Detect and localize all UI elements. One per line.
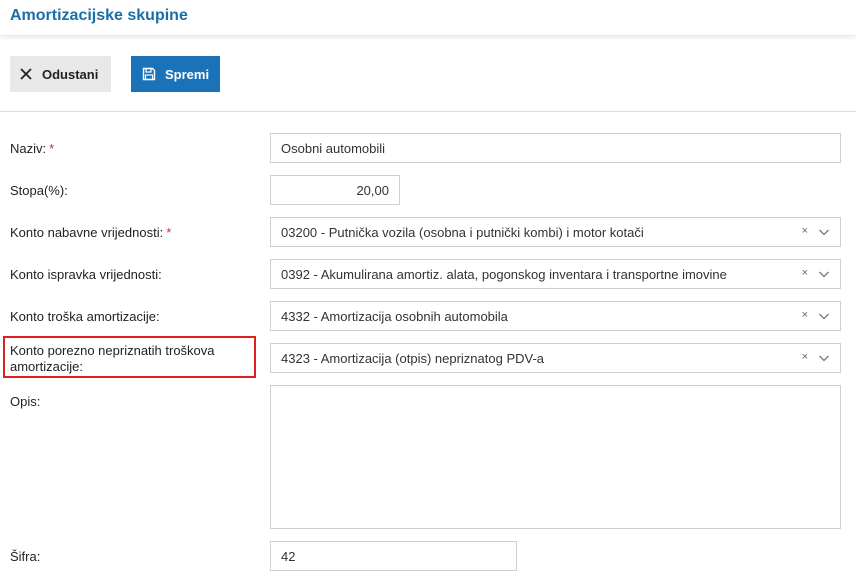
save-button-label: Spremi xyxy=(165,66,210,82)
konto-porezno-select[interactable]: 4323 - Amortizacija (otpis) nepriznatog … xyxy=(270,343,841,373)
save-button[interactable]: Spremi xyxy=(131,56,220,92)
clear-icon[interactable]: × xyxy=(802,225,808,237)
konto-troska-select[interactable]: 4332 - Amortizacija osobnih automobila × xyxy=(270,301,841,331)
stopa-input[interactable]: 20,00 xyxy=(270,175,400,205)
chevron-down-icon[interactable] xyxy=(818,268,830,280)
chevron-down-icon[interactable] xyxy=(818,310,830,322)
cancel-button[interactable]: Odustani xyxy=(10,56,111,92)
clear-icon[interactable]: × xyxy=(802,267,808,279)
konto-nabavne-select[interactable]: 03200 - Putnička vozila (osobna i putnič… xyxy=(270,217,841,247)
clear-icon[interactable]: × xyxy=(802,351,808,363)
chevron-down-icon[interactable] xyxy=(818,352,830,364)
konto-porezno-label: Konto porezno nepriznatih troškova amort… xyxy=(10,343,215,374)
stopa-label: Stopa(%): xyxy=(10,183,68,198)
sifra-input[interactable]: 42 xyxy=(270,541,517,571)
cancel-button-label: Odustani xyxy=(42,66,99,82)
required-marker: * xyxy=(49,141,55,156)
chevron-down-icon[interactable] xyxy=(818,226,830,238)
page-title: Amortizacijske skupine xyxy=(10,7,188,24)
clear-icon[interactable]: × xyxy=(802,309,808,321)
konto-nabavne-label: Konto nabavne vrijednosti: * xyxy=(10,225,172,240)
opis-label: Opis: xyxy=(10,394,41,409)
konto-troska-label: Konto troška amortizacije: xyxy=(10,309,160,324)
toolbar: Odustani Spremi xyxy=(0,37,856,112)
konto-ispravka-select[interactable]: 0392 - Akumulirana amortiz. alata, pogon… xyxy=(270,259,841,289)
save-icon xyxy=(141,66,157,82)
naziv-label: Naziv: * xyxy=(10,141,55,156)
naziv-input[interactable]: Osobni automobili xyxy=(270,133,841,163)
required-marker: * xyxy=(166,225,172,240)
close-icon xyxy=(18,66,34,82)
konto-ispravka-label: Konto ispravka vrijednosti: xyxy=(10,267,162,282)
page-header: Amortizacijske skupine xyxy=(0,0,856,36)
sifra-label: Šifra: xyxy=(10,549,41,564)
opis-textarea[interactable] xyxy=(270,385,841,529)
